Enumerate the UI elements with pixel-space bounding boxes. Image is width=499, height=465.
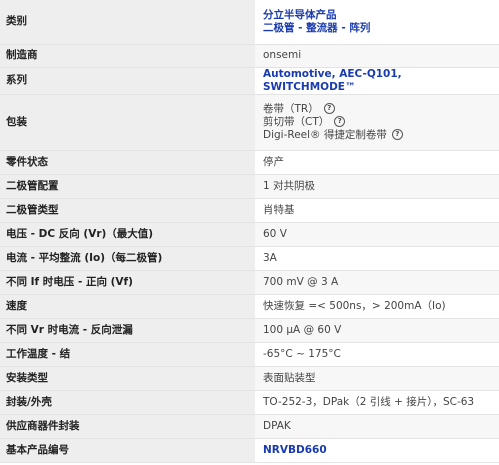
attr-label: 二极管类型	[0, 198, 255, 223]
help-icon[interactable]: ?	[323, 103, 335, 114]
attr-label: 二极管配置	[0, 174, 255, 199]
row-packaging: 包装 卷带（TR）? 剪切带（CT）? Digi-Reel® 得捷定制卷带?	[0, 94, 499, 151]
attr-value: 3A	[255, 246, 499, 271]
category-link-discrete[interactable]: 分立半导体产品	[263, 9, 493, 22]
help-icon[interactable]: ?	[334, 116, 346, 127]
attr-value: 停产	[255, 150, 499, 175]
row-supplier-package: 供应商器件封装 DPAK	[0, 414, 499, 439]
row-voltage-forward: 不同 If 时电压 - 正向 (Vf) 700 mV @ 3 A	[0, 270, 499, 295]
attr-value: NRVBD660	[255, 438, 499, 463]
packaging-option-tr: 卷带（TR）?	[263, 103, 493, 116]
attr-label: 基本产品编号	[0, 438, 255, 463]
attr-label: 封装/外壳	[0, 390, 255, 415]
attr-label: 包装	[0, 94, 255, 151]
attr-value: 1 对共阴极	[255, 174, 499, 199]
packaging-option-ct: 剪切带（CT）?	[263, 116, 493, 129]
product-attributes-table: 类别 分立半导体产品 二极管 - 整流器 - 阵列 制造商 onsemi 系列 …	[0, 0, 499, 463]
row-base-product-number: 基本产品编号 NRVBD660	[0, 438, 499, 463]
attr-label: 电流 - 平均整流 (Io)（每二极管)	[0, 246, 255, 271]
row-operating-temp: 工作温度 - 结 -65°C ~ 175°C	[0, 342, 499, 367]
row-voltage-dc-reverse: 电压 - DC 反向 (Vr)（最大值) 60 V	[0, 222, 499, 247]
attr-value: onsemi	[255, 44, 499, 68]
attr-value: -65°C ~ 175°C	[255, 342, 499, 367]
attr-label: 类别	[0, 0, 255, 45]
attr-value: DPAK	[255, 414, 499, 439]
attr-label: 电压 - DC 反向 (Vr)（最大值)	[0, 222, 255, 247]
base-product-link[interactable]: NRVBD660	[263, 444, 327, 456]
attr-label: 速度	[0, 294, 255, 319]
attr-label: 不同 If 时电压 - 正向 (Vf)	[0, 270, 255, 295]
row-part-status: 零件状态 停产	[0, 150, 499, 175]
attr-value: 100 µA @ 60 V	[255, 318, 499, 343]
attr-label: 供应商器件封装	[0, 414, 255, 439]
attr-value: 60 V	[255, 222, 499, 247]
row-diode-config: 二极管配置 1 对共阴极	[0, 174, 499, 199]
row-package-case: 封装/外壳 TO-252-3，DPak（2 引线 + 接片），SC-63	[0, 390, 499, 415]
attr-value: Automotive, AEC-Q101, SWITCHMODE™	[255, 67, 499, 95]
row-speed: 速度 快速恢复 =< 500ns，> 200mA（Io)	[0, 294, 499, 319]
attr-value: 卷带（TR）? 剪切带（CT）? Digi-Reel® 得捷定制卷带?	[255, 94, 499, 151]
attr-value: 表面贴装型	[255, 366, 499, 391]
attr-label: 制造商	[0, 44, 255, 68]
attr-label: 安装类型	[0, 366, 255, 391]
attr-value: TO-252-3，DPak（2 引线 + 接片），SC-63	[255, 390, 499, 415]
attr-value: 分立半导体产品 二极管 - 整流器 - 阵列	[255, 0, 499, 45]
category-link-rectifier-arrays[interactable]: 二极管 - 整流器 - 阵列	[263, 22, 493, 35]
attr-label: 工作温度 - 结	[0, 342, 255, 367]
attr-label: 不同 Vr 时电流 - 反向泄漏	[0, 318, 255, 343]
attr-value: 肖特基	[255, 198, 499, 223]
attr-value: 快速恢复 =< 500ns，> 200mA（Io)	[255, 294, 499, 319]
row-series: 系列 Automotive, AEC-Q101, SWITCHMODE™	[0, 67, 499, 95]
packaging-option-digireel: Digi-Reel® 得捷定制卷带?	[263, 129, 493, 142]
attr-label: 零件状态	[0, 150, 255, 175]
row-current-avg-rectified: 电流 - 平均整流 (Io)（每二极管) 3A	[0, 246, 499, 271]
row-diode-type: 二极管类型 肖特基	[0, 198, 499, 223]
help-icon[interactable]: ?	[391, 129, 403, 140]
attr-value: 700 mV @ 3 A	[255, 270, 499, 295]
row-manufacturer: 制造商 onsemi	[0, 44, 499, 68]
row-mounting-type: 安装类型 表面贴装型	[0, 366, 499, 391]
row-category: 类别 分立半导体产品 二极管 - 整流器 - 阵列	[0, 0, 499, 45]
series-link[interactable]: Automotive, AEC-Q101, SWITCHMODE™	[263, 68, 402, 93]
attr-label: 系列	[0, 67, 255, 95]
row-reverse-leakage: 不同 Vr 时电流 - 反向泄漏 100 µA @ 60 V	[0, 318, 499, 343]
